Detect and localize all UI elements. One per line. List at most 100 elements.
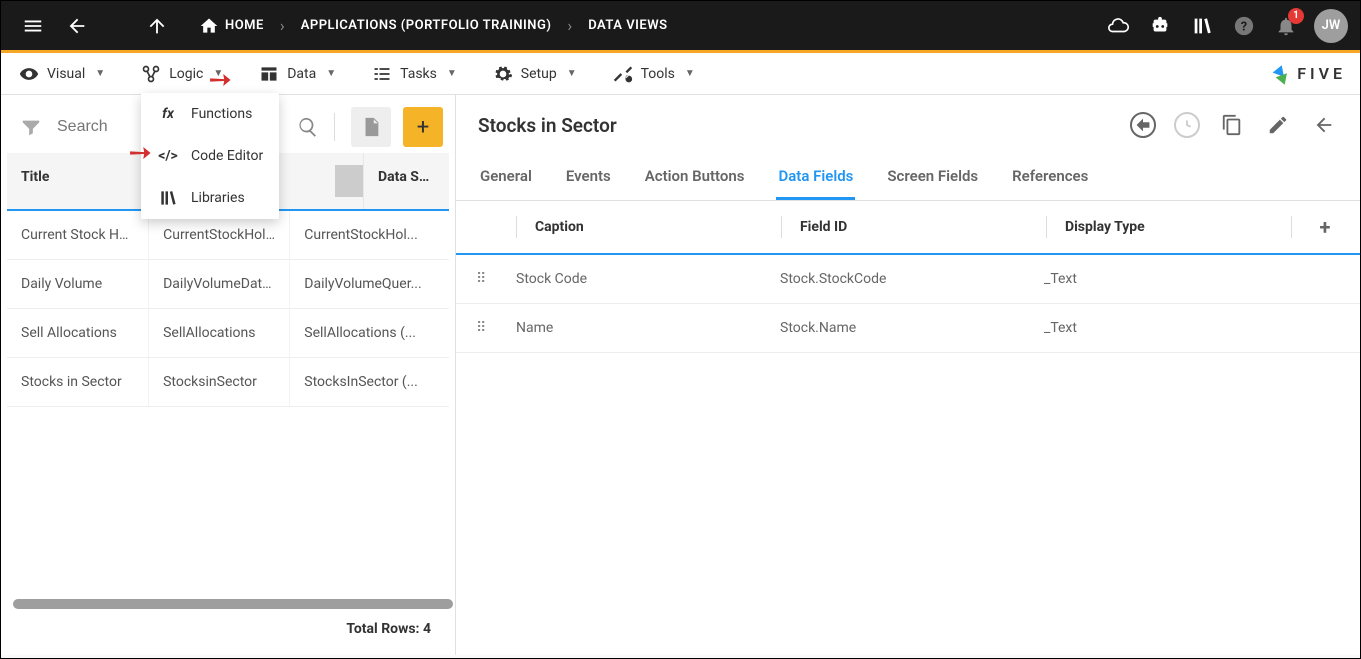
checklist-icon: [372, 64, 392, 84]
dropdown-libraries-label: Libraries: [191, 190, 245, 206]
edit-icon[interactable]: [1264, 111, 1292, 139]
tab-action-buttons[interactable]: Action Buttons: [643, 155, 747, 200]
cell-name: StocksinSector: [148, 358, 289, 406]
avatar[interactable]: JW: [1314, 9, 1348, 43]
tab-data-fields[interactable]: Data Fields: [776, 155, 855, 200]
cell-title: Stocks in Sector: [7, 358, 148, 406]
filter-icon[interactable]: [13, 109, 49, 145]
breadcrumb-home-label: HOME: [225, 18, 264, 33]
tabs: General Events Action Buttons Data Field…: [456, 155, 1360, 201]
cell-field-id: Stock.StockCode: [780, 271, 1044, 287]
fx-icon: fx: [157, 103, 179, 125]
cell-display-type: _Text: [1044, 320, 1340, 336]
brand-label: FIVE: [1297, 64, 1346, 83]
gear-icon: [493, 64, 513, 84]
robot-icon[interactable]: [1140, 6, 1180, 46]
copy-icon[interactable]: [1218, 111, 1246, 139]
tab-general[interactable]: General: [478, 155, 534, 200]
tab-screen-fields[interactable]: Screen Fields: [885, 155, 980, 200]
menu-data[interactable]: Data▼: [255, 58, 340, 90]
cell-name: DailyVolumeData...: [148, 260, 289, 308]
cell-field-id: Stock.Name: [780, 320, 1044, 336]
dropdown-code-editor[interactable]: </> Code Editor: [141, 135, 279, 177]
menu-tools-label: Tools: [641, 66, 675, 82]
books-icon: [157, 187, 179, 209]
add-field-button[interactable]: +: [1310, 215, 1340, 239]
cell-ds: SellAllocations (...: [289, 309, 449, 357]
hamburger-icon[interactable]: [13, 6, 53, 46]
menu-data-label: Data: [287, 66, 316, 82]
data-fields-header: Caption Field ID Display Type +: [456, 201, 1360, 255]
cell-caption: Stock Code: [516, 271, 780, 287]
menu-setup[interactable]: Setup▼: [489, 58, 581, 90]
tab-events[interactable]: Events: [564, 155, 613, 200]
cell-display-type: _Text: [1044, 271, 1340, 287]
menu-tools[interactable]: Tools▼: [609, 58, 699, 90]
data-field-row[interactable]: ⠿ Name Stock.Name _Text: [456, 304, 1360, 353]
cell-ds: StocksInSector (...: [289, 358, 449, 406]
table-row[interactable]: Sell Allocations SellAllocations SellAll…: [7, 309, 449, 358]
history-circle-icon: [1174, 112, 1200, 138]
dropdown-libraries[interactable]: Libraries: [141, 177, 279, 219]
cell-title: Current Stock Ho...: [7, 211, 148, 259]
home-icon: [199, 16, 219, 36]
menu-visual-label: Visual: [47, 66, 85, 82]
cell-caption: Name: [516, 320, 780, 336]
table-row[interactable]: Daily Volume DailyVolumeData... DailyVol…: [7, 260, 449, 309]
undo-circle-icon[interactable]: [1130, 112, 1156, 138]
chevron-right-icon: ›: [280, 16, 285, 35]
breadcrumb-view[interactable]: DATA VIEWS: [588, 18, 667, 33]
dropdown-functions-label: Functions: [191, 106, 252, 122]
dropdown-code-editor-label: Code Editor: [191, 148, 263, 164]
grid-body: Current Stock Ho... CurrentStockHol... C…: [7, 211, 449, 593]
help-icon[interactable]: ?: [1224, 6, 1264, 46]
back-icon[interactable]: [1310, 111, 1338, 139]
tab-references[interactable]: References: [1010, 155, 1090, 200]
data-field-row[interactable]: ⠿ Stock Code Stock.StockCode _Text: [456, 255, 1360, 304]
menu-tasks[interactable]: Tasks▼: [368, 58, 461, 90]
cloud-icon[interactable]: [1098, 6, 1138, 46]
col-caption[interactable]: Caption: [535, 219, 781, 235]
menu-bar: Visual▼ Logic▼ Data▼ Tasks▼ Setup▼ Tools…: [1, 53, 1360, 95]
notification-bell-icon[interactable]: 1: [1266, 6, 1306, 46]
library-icon[interactable]: [1182, 6, 1222, 46]
detail-header: Stocks in Sector: [456, 95, 1360, 155]
breadcrumb-home[interactable]: HOME: [199, 16, 264, 36]
eye-icon: [19, 64, 39, 84]
top-navbar: HOME › APPLICATIONS (PORTFOLIO TRAINING)…: [1, 1, 1360, 53]
brand-logo: FIVE: [1269, 63, 1346, 85]
up-arrow-icon[interactable]: [137, 6, 177, 46]
cell-name: SellAllocations: [148, 309, 289, 357]
col-header-data-source[interactable]: Data Source: [363, 153, 449, 209]
chevron-right-icon: ›: [567, 16, 572, 35]
table-icon: [259, 64, 279, 84]
horizontal-scrollbar[interactable]: [13, 599, 443, 609]
table-row[interactable]: Stocks in Sector StocksinSector StocksIn…: [7, 358, 449, 407]
menu-setup-label: Setup: [521, 66, 557, 82]
action-bar: [1130, 111, 1338, 139]
logic-dropdown: fx Functions </> Code Editor Libraries: [141, 93, 279, 219]
menu-visual[interactable]: Visual▼: [15, 58, 109, 90]
svg-text:?: ?: [1241, 19, 1247, 34]
breadcrumb-app[interactable]: APPLICATIONS (PORTFOLIO TRAINING): [301, 18, 552, 33]
back-arrow-icon[interactable]: [57, 6, 97, 46]
tools-icon: [613, 64, 633, 84]
cell-ds: DailyVolumeQuer...: [289, 260, 449, 308]
cell-ds: CurrentStockHol...: [289, 211, 449, 259]
notification-badge: 1: [1288, 8, 1304, 24]
menu-logic-label: Logic: [169, 66, 203, 82]
search-icon[interactable]: [290, 109, 326, 145]
col-display-type[interactable]: Display Type: [1065, 219, 1291, 235]
cell-title: Daily Volume: [7, 260, 148, 308]
cell-title: Sell Allocations: [7, 309, 148, 357]
right-pane: Stocks in Sector General Events Action B…: [456, 95, 1360, 655]
logic-icon: [141, 64, 161, 84]
drag-handle-icon[interactable]: ⠿: [476, 320, 516, 336]
drag-handle-icon[interactable]: ⠿: [476, 271, 516, 287]
document-button[interactable]: [351, 107, 391, 147]
col-field-id[interactable]: Field ID: [800, 219, 1046, 235]
add-button[interactable]: +: [403, 107, 443, 147]
total-rows-label: Total Rows: 4: [7, 609, 449, 649]
dropdown-functions[interactable]: fx Functions: [141, 93, 279, 135]
page-title: Stocks in Sector: [478, 114, 617, 137]
